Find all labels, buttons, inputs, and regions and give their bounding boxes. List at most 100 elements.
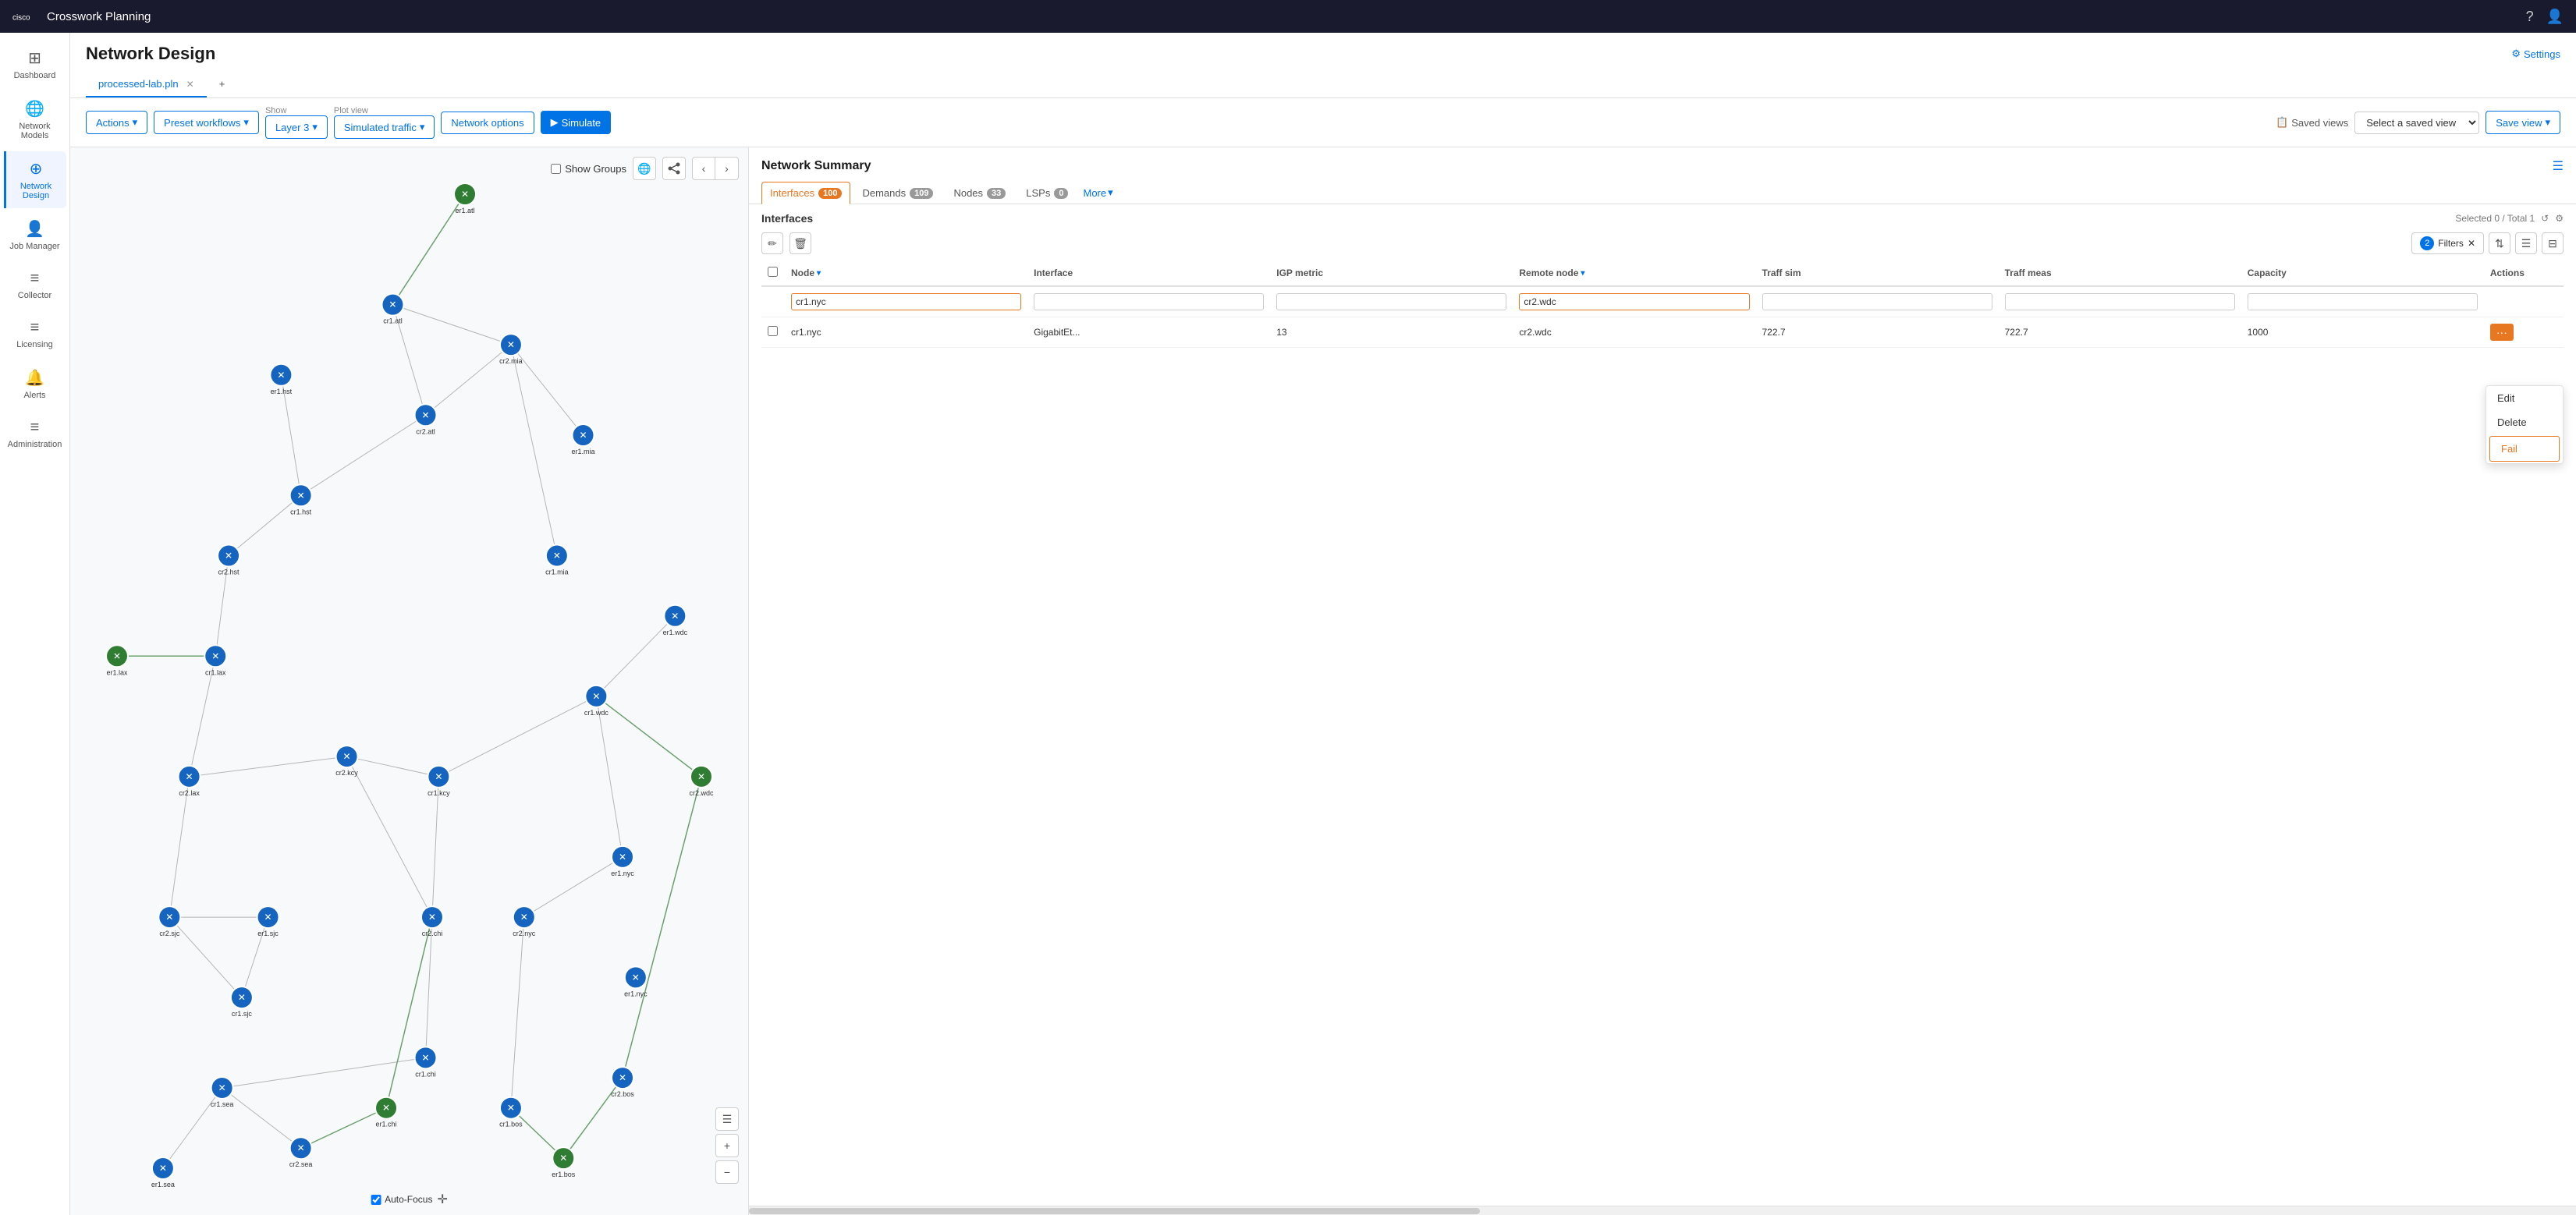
- simulate-button[interactable]: ▶ Simulate: [541, 111, 612, 134]
- select-all-checkbox[interactable]: [768, 267, 778, 277]
- col-capacity: Capacity: [2241, 260, 2484, 286]
- row-actions-btn[interactable]: ···: [2490, 324, 2514, 341]
- actions-button[interactable]: Actions ▾: [86, 111, 147, 134]
- delete-icon-btn[interactable]: 🗑: [789, 232, 811, 254]
- list-view-icon[interactable]: ☰: [715, 1107, 739, 1131]
- panel-title: Network Summary: [761, 159, 871, 173]
- grid-icon-btn[interactable]: ⊟: [2542, 232, 2564, 254]
- svg-text:✕: ✕: [553, 551, 561, 561]
- node-filter-input[interactable]: [791, 293, 1021, 310]
- interfaces-header: Interfaces Selected 0 / Total 1 ↺ ⚙: [761, 212, 2564, 225]
- tab-add[interactable]: +: [207, 72, 238, 97]
- svg-text:✕: ✕: [507, 1103, 515, 1114]
- globe-icon-btn[interactable]: 🌐: [633, 157, 656, 180]
- lsps-count-badge: 0: [1054, 188, 1068, 199]
- svg-text:er1.chi: er1.chi: [376, 1121, 397, 1128]
- next-btn[interactable]: ›: [715, 157, 739, 180]
- panel-scrollbar[interactable]: [749, 1206, 2576, 1215]
- refresh-icon[interactable]: ↺: [2541, 213, 2549, 224]
- svg-text:✕: ✕: [389, 299, 396, 310]
- sidebar-item-dashboard[interactable]: ⊞ Dashboard: [4, 41, 66, 88]
- settings-label: Settings: [2524, 48, 2560, 60]
- traff-meas-filter-input[interactable]: [2005, 293, 2235, 310]
- toolbar-right: 📋 Saved views Select a saved view Save v…: [2276, 111, 2560, 134]
- filters-x-icon[interactable]: ✕: [2468, 238, 2475, 249]
- svg-text:cr1.hst: cr1.hst: [290, 508, 312, 515]
- sort-icon-btn[interactable]: ⇅: [2489, 232, 2510, 254]
- map-bottom-controls: ☰ + −: [715, 1107, 739, 1184]
- auto-focus-label[interactable]: Auto-Focus: [371, 1194, 432, 1205]
- row-checkbox[interactable]: [768, 326, 778, 336]
- layer-button[interactable]: Layer 3 ▾: [265, 115, 328, 139]
- svg-text:✕: ✕: [697, 771, 705, 782]
- zoom-out-btn[interactable]: −: [715, 1160, 739, 1184]
- filter-button[interactable]: 2 Filters ✕: [2411, 232, 2484, 254]
- saved-views-label: 📋 Saved views: [2276, 116, 2348, 129]
- sidebar-item-administration[interactable]: ≡ Administration: [4, 411, 66, 457]
- igp-filter-input[interactable]: [1276, 293, 1506, 310]
- svg-text:cr1.bos: cr1.bos: [499, 1121, 523, 1128]
- preset-workflows-button[interactable]: Preset workflows ▾: [154, 111, 259, 134]
- simulated-traffic-button[interactable]: Simulated traffic ▾: [334, 115, 435, 139]
- traff-sim-filter-input[interactable]: [1762, 293, 1992, 310]
- tab-processed-lab[interactable]: processed-lab.pln ✕: [86, 72, 207, 97]
- show-groups-checkbox-label[interactable]: Show Groups: [551, 163, 626, 175]
- tab-interfaces[interactable]: Interfaces 100: [761, 182, 850, 204]
- more-btn[interactable]: More ▾: [1083, 186, 1112, 199]
- svg-text:cr2.hst: cr2.hst: [218, 569, 240, 576]
- sidebar-item-licensing[interactable]: ≡ Licensing: [4, 311, 66, 357]
- more-chevron-icon: ▾: [1108, 186, 1113, 199]
- panel-header-list-icon[interactable]: ☰: [2553, 158, 2564, 174]
- svg-text:cr1.sjc: cr1.sjc: [232, 1010, 253, 1018]
- demands-count-badge: 109: [910, 188, 933, 199]
- svg-text:cr2.atl: cr2.atl: [416, 427, 435, 435]
- svg-text:✕: ✕: [632, 972, 640, 983]
- tab-demands[interactable]: Demands 109: [853, 182, 942, 204]
- context-menu-fail[interactable]: Fail: [2489, 436, 2560, 462]
- actions-label: Actions: [96, 117, 130, 129]
- topology-icon-btn[interactable]: [662, 157, 686, 180]
- network-options-button[interactable]: Network options: [441, 112, 534, 134]
- network-graph[interactable]: ✕er1.atl✕cr1.atl✕er1.hst✕cr1.hst✕cr2.atl…: [70, 147, 748, 1215]
- sidebar-item-network-models[interactable]: 🌐 Network Models: [4, 91, 66, 148]
- svg-text:✕: ✕: [382, 1103, 390, 1114]
- help-icon[interactable]: ?: [2526, 9, 2534, 25]
- move-icon[interactable]: ✛: [437, 1192, 447, 1207]
- sidebar-item-alerts[interactable]: 🔔 Alerts: [4, 360, 66, 408]
- edit-icon-btn[interactable]: ✏: [761, 232, 783, 254]
- sidebar-item-collector[interactable]: ≡ Collector: [4, 262, 66, 308]
- save-view-button[interactable]: Save view ▾: [2486, 111, 2560, 134]
- auto-focus-checkbox[interactable]: [371, 1195, 381, 1205]
- network-design-icon: ⊕: [30, 159, 43, 179]
- list-icon-btn[interactable]: ☰: [2515, 232, 2537, 254]
- sidebar-item-network-design[interactable]: ⊕ Network Design: [4, 151, 66, 208]
- tab-lsps[interactable]: LSPs 0: [1017, 182, 1077, 204]
- context-menu-delete[interactable]: Delete: [2486, 410, 2563, 434]
- context-menu-edit[interactable]: Edit: [2486, 386, 2563, 410]
- prev-btn[interactable]: ‹: [692, 157, 715, 180]
- auto-focus-text: Auto-Focus: [385, 1194, 432, 1205]
- svg-text:✕: ✕: [238, 992, 246, 1003]
- add-tab-icon: +: [219, 78, 225, 90]
- capacity-col-label: Capacity: [2248, 267, 2287, 278]
- lsps-tab-label: LSPs: [1026, 187, 1050, 199]
- node-sort-icon[interactable]: ▾: [817, 269, 821, 278]
- saved-view-select[interactable]: Select a saved view: [2354, 112, 2479, 134]
- capacity-filter-input[interactable]: [2248, 293, 2478, 310]
- settings-link[interactable]: ⚙ Settings: [2511, 48, 2560, 60]
- network-svg: ✕er1.atl✕cr1.atl✕er1.hst✕cr1.hst✕cr2.atl…: [70, 147, 748, 1215]
- user-icon[interactable]: 👤: [2546, 9, 2564, 25]
- sidebar-item-job-manager[interactable]: 👤 Job Manager: [4, 211, 66, 259]
- show-groups-checkbox[interactable]: [551, 164, 561, 174]
- svg-text:✕: ✕: [211, 650, 219, 661]
- tab-close-icon[interactable]: ✕: [186, 79, 194, 90]
- cell-remote-node: cr2.wdc: [1513, 317, 1755, 348]
- tab-nodes[interactable]: Nodes 33: [945, 182, 1014, 204]
- zoom-in-btn[interactable]: +: [715, 1134, 739, 1157]
- svg-text:cr1.lax: cr1.lax: [205, 668, 226, 676]
- settings-icon[interactable]: ⚙: [2555, 213, 2564, 224]
- remote-node-filter-input[interactable]: [1519, 293, 1749, 310]
- tab-label: processed-lab.pln: [98, 78, 179, 90]
- interface-filter-input[interactable]: [1034, 293, 1264, 310]
- remote-node-sort-icon[interactable]: ▾: [1581, 269, 1584, 278]
